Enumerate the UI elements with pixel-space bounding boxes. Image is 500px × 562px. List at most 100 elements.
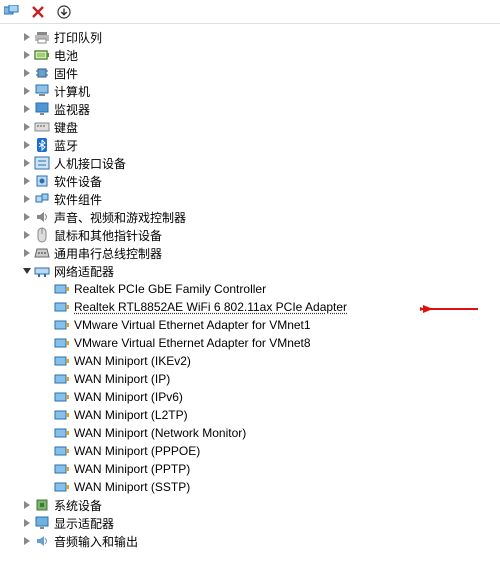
expander-icon[interactable] (20, 249, 34, 257)
keyboard-icon (34, 119, 50, 135)
tree-item-label: 显示适配器 (54, 515, 114, 532)
network-icon (34, 263, 50, 279)
expander-icon[interactable] (20, 537, 34, 545)
tree-item[interactable]: 软件设备 (0, 172, 500, 190)
nic-icon (54, 335, 70, 351)
expander-icon[interactable] (20, 177, 34, 185)
nic-icon (54, 389, 70, 405)
firmware-icon (34, 65, 50, 81)
tree-item-label: 计算机 (54, 83, 90, 100)
monitor-icon (34, 101, 50, 117)
computer-icon (34, 83, 50, 99)
tree-item-label: 蓝牙 (54, 137, 78, 154)
expander-icon[interactable] (20, 213, 34, 221)
expander-icon[interactable] (20, 267, 34, 275)
tree-item[interactable]: 键盘 (0, 118, 500, 136)
nic-icon (54, 371, 70, 387)
tree-item[interactable]: Realtek PCIe GbE Family Controller (0, 280, 500, 298)
expander-icon[interactable] (20, 123, 34, 131)
audio-icon (34, 209, 50, 225)
printer-icon (34, 29, 50, 45)
tree-item[interactable]: WAN Miniport (IPv6) (0, 388, 500, 406)
tree-item[interactable]: 电池 (0, 46, 500, 64)
tree-item-label: 监视器 (54, 101, 90, 118)
tree-item[interactable]: 声音、视频和游戏控制器 (0, 208, 500, 226)
tree-item-label: Realtek RTL8852AE WiFi 6 802.11ax PCIe A… (74, 300, 347, 314)
close-red-icon[interactable] (30, 4, 46, 20)
tree-item-label: WAN Miniport (SSTP) (74, 480, 190, 494)
expander-icon[interactable] (20, 87, 34, 95)
display-icon (34, 515, 50, 531)
nic-icon (54, 443, 70, 459)
expander-icon[interactable] (20, 69, 34, 77)
tree-item[interactable]: 鼠标和其他指针设备 (0, 226, 500, 244)
nic-icon (54, 479, 70, 495)
toolbar (0, 0, 500, 24)
tree-item[interactable]: WAN Miniport (L2TP) (0, 406, 500, 424)
expander-icon[interactable] (20, 33, 34, 41)
nic-icon (54, 353, 70, 369)
tree-item-label: WAN Miniport (IKEv2) (74, 354, 191, 368)
tree-item[interactable]: 网络适配器 (0, 262, 500, 280)
monitors-icon[interactable] (4, 4, 20, 20)
nic-icon (54, 425, 70, 441)
nic-icon (54, 317, 70, 333)
tree-item-label: 通用串行总线控制器 (54, 245, 162, 262)
serial-icon (34, 245, 50, 261)
tree-item-label: 打印队列 (54, 29, 102, 46)
tree-item[interactable]: WAN Miniport (Network Monitor) (0, 424, 500, 442)
nic-icon (54, 281, 70, 297)
tree-item-label: 网络适配器 (54, 263, 114, 280)
tree-item[interactable]: 系统设备 (0, 496, 500, 514)
tree-item[interactable]: WAN Miniport (PPPOE) (0, 442, 500, 460)
expander-icon[interactable] (20, 195, 34, 203)
tree-item[interactable]: 蓝牙 (0, 136, 500, 154)
device-tree: 打印队列电池固件计算机监视器键盘蓝牙人机接口设备软件设备软件组件声音、视频和游戏… (0, 24, 500, 550)
tree-item-label: WAN Miniport (Network Monitor) (74, 426, 246, 440)
expander-icon[interactable] (20, 141, 34, 149)
tree-item[interactable]: VMware Virtual Ethernet Adapter for VMne… (0, 316, 500, 334)
expander-icon[interactable] (20, 51, 34, 59)
tree-item[interactable]: 计算机 (0, 82, 500, 100)
hid-icon (34, 155, 50, 171)
tree-item[interactable]: WAN Miniport (SSTP) (0, 478, 500, 496)
expander-icon[interactable] (20, 231, 34, 239)
tree-item[interactable]: 软件组件 (0, 190, 500, 208)
tree-item-label: WAN Miniport (PPPOE) (74, 444, 200, 458)
tree-item-label: 固件 (54, 65, 78, 82)
system-icon (34, 497, 50, 513)
tree-item-label: VMware Virtual Ethernet Adapter for VMne… (74, 318, 311, 332)
tree-item[interactable]: 人机接口设备 (0, 154, 500, 172)
software-icon (34, 173, 50, 189)
arrow-down-icon[interactable] (56, 4, 72, 20)
tree-item[interactable]: 打印队列 (0, 28, 500, 46)
tree-item[interactable]: WAN Miniport (PPTP) (0, 460, 500, 478)
nic-icon (54, 407, 70, 423)
tree-item[interactable]: 监视器 (0, 100, 500, 118)
battery-icon (34, 47, 50, 63)
audioio-icon (34, 533, 50, 549)
tree-item[interactable]: 固件 (0, 64, 500, 82)
tree-item-label: 鼠标和其他指针设备 (54, 227, 162, 244)
tree-item-label: 音频输入和输出 (54, 533, 138, 550)
bluetooth-icon (34, 137, 50, 153)
expander-icon[interactable] (20, 105, 34, 113)
tree-item-label: Realtek PCIe GbE Family Controller (74, 282, 266, 296)
tree-item-label: WAN Miniport (IP) (74, 372, 170, 386)
mouse-icon (34, 227, 50, 243)
tree-item-label: 声音、视频和游戏控制器 (54, 209, 186, 226)
tree-item[interactable]: 显示适配器 (0, 514, 500, 532)
tree-item[interactable]: Realtek RTL8852AE WiFi 6 802.11ax PCIe A… (0, 298, 500, 316)
tree-item[interactable]: 音频输入和输出 (0, 532, 500, 550)
expander-icon[interactable] (20, 159, 34, 167)
tree-item[interactable]: VMware Virtual Ethernet Adapter for VMne… (0, 334, 500, 352)
expander-icon[interactable] (20, 501, 34, 509)
tree-item-label: 软件设备 (54, 173, 102, 190)
tree-item[interactable]: WAN Miniport (IP) (0, 370, 500, 388)
tree-item-label: 电池 (54, 47, 78, 64)
tree-item-label: VMware Virtual Ethernet Adapter for VMne… (74, 336, 311, 350)
tree-item-label: WAN Miniport (L2TP) (74, 408, 188, 422)
expander-icon[interactable] (20, 519, 34, 527)
tree-item[interactable]: 通用串行总线控制器 (0, 244, 500, 262)
tree-item[interactable]: WAN Miniport (IKEv2) (0, 352, 500, 370)
